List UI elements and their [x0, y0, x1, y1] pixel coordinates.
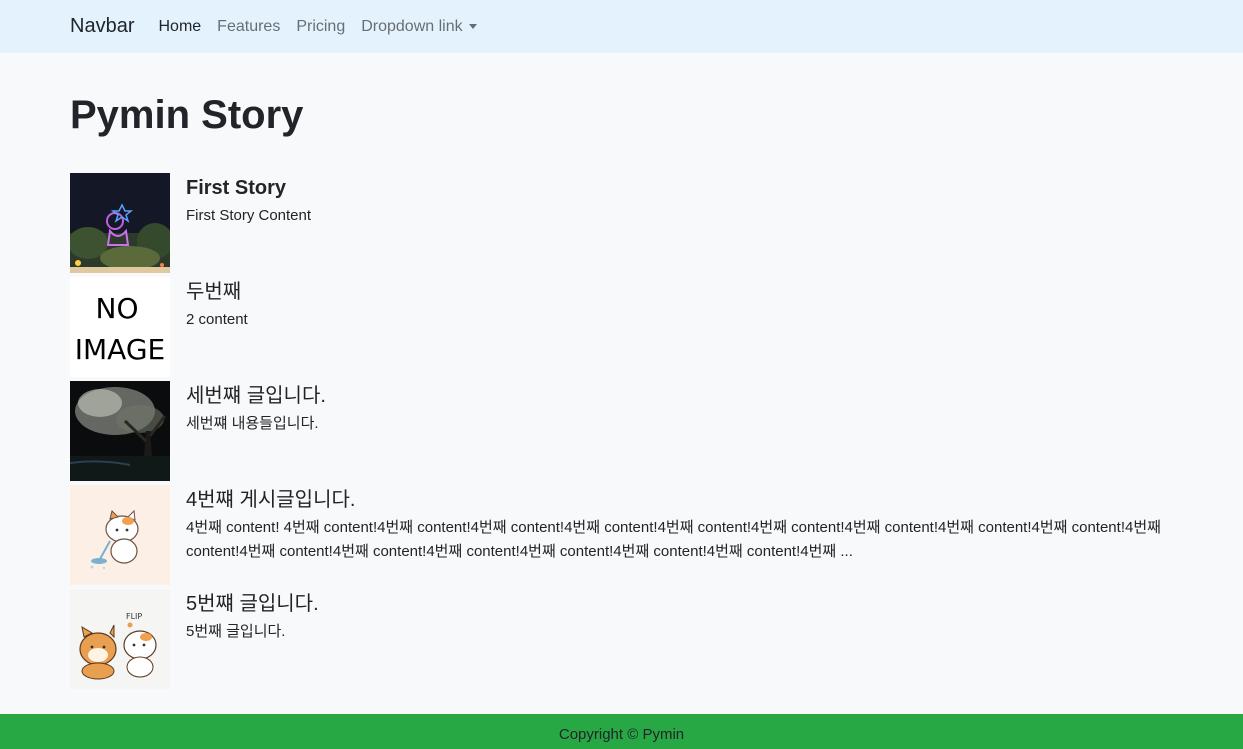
story-body: First Story First Story Content: [186, 173, 1173, 277]
story-title[interactable]: 세번쨰 글입니다.: [186, 383, 1173, 409]
story-thumbnail[interactable]: FLIP: [70, 589, 170, 689]
navbar: Navbar Home Features Pricing Dropdown li…: [0, 0, 1243, 53]
caret-down-icon: [468, 24, 477, 29]
story-body: 5번쨰 글입니다. 5번째 글입니다.: [186, 589, 1173, 693]
navbar-brand[interactable]: Navbar: [70, 15, 134, 38]
night-drone-show-image: [70, 173, 170, 273]
no-image-text-line2: IMAGE: [75, 333, 165, 366]
story-item: NO IMAGE 두번째 2 content: [70, 277, 1173, 381]
story-title[interactable]: 4번쨰 게시글입니다.: [186, 487, 1173, 513]
story-content: 4번째 content! 4번째 content!4번째 content!4번째…: [186, 519, 1161, 560]
story-content: First Story Content: [186, 207, 312, 224]
nav-link-pricing[interactable]: Pricing: [296, 18, 345, 36]
story-content: 5번째 글입니다.: [186, 623, 286, 640]
footer: Copyright © Pymin: [0, 714, 1243, 749]
dog-and-cat-sticker-image: FLIP: [70, 589, 170, 689]
story-item: 세번쨰 글입니다. 세번쨰 내용들입니다.: [70, 381, 1173, 485]
story-body: 세번쨰 글입니다. 세번쨰 내용들입니다.: [186, 381, 1173, 485]
story-content: 세번쨰 내용들입니다.: [186, 415, 319, 432]
page-title: Pymin Story: [70, 93, 304, 137]
story-thumbnail[interactable]: NO IMAGE: [70, 277, 170, 377]
story-content: 2 content: [186, 311, 248, 328]
nav-dropdown-label: Dropdown link: [361, 17, 463, 35]
nav-dropdown-toggle[interactable]: Dropdown link: [361, 17, 477, 36]
story-title[interactable]: 두번째: [186, 279, 1173, 305]
nav-link-home[interactable]: Home: [158, 18, 201, 36]
footer-copyright: Copyright © Pymin: [558, 726, 685, 743]
story-thumbnail[interactable]: [70, 485, 170, 585]
story-thumbnail[interactable]: [70, 381, 170, 481]
story-thumbnail[interactable]: [70, 173, 170, 273]
night-cherry-blossom-image: [70, 381, 170, 481]
story-item: FLIP 5번쨰 글입니다. 5번째 글입니다.: [70, 589, 1173, 693]
story-body: 두번째 2 content: [186, 277, 1173, 381]
story-item: First Story First Story Content: [70, 173, 1173, 277]
story-title[interactable]: First Story: [186, 175, 1173, 201]
svg-text:FLIP: FLIP: [126, 612, 142, 621]
no-image-text-line1: NO: [96, 292, 139, 325]
main-content: Pymin Story First Story First Story Cont…: [0, 91, 1243, 693]
story-body: 4번쨰 게시글입니다. 4번째 content! 4번째 content!4번째…: [186, 485, 1173, 589]
cat-cleaning-sticker-image: [70, 485, 170, 585]
nav-link-features[interactable]: Features: [217, 18, 280, 36]
story-title[interactable]: 5번쨰 글입니다.: [186, 591, 1173, 617]
no-image-placeholder: NO IMAGE: [70, 277, 170, 377]
story-item: 4번쨰 게시글입니다. 4번째 content! 4번째 content!4번째…: [70, 485, 1173, 589]
